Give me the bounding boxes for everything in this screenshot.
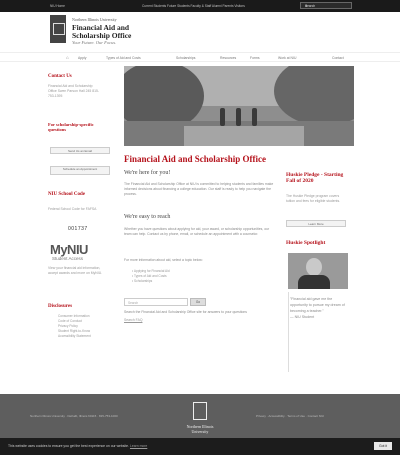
school-code-heading: NIU School Code [48,192,85,197]
nav-item-contact[interactable]: Contact [332,56,344,60]
faq-search-input[interactable]: Search [124,298,188,306]
faq-search-button[interactable]: Go [190,298,206,306]
cookie-accept-button[interactable]: Got it [374,442,392,450]
schedule-appointment-button[interactable]: Schedule an Appointment [50,166,110,175]
huskie-pledge-text: The Huskie Pledge program covers tuition… [286,194,341,203]
footer-links[interactable]: Privacy · Accessibility · Terms of Use ·… [256,414,324,418]
intro-paragraph: The Financial Aid and Scholarship Office… [124,182,274,196]
myniu-subtitle: Student Access [52,256,84,261]
hero-image [124,66,354,146]
university-name: Northern Illinois University [72,17,117,22]
list-item[interactable]: Scholarships [132,279,170,284]
myniu-text: View your financial aid information, acc… [48,266,103,275]
nav-item-scholarships[interactable]: Scholarships [176,56,195,60]
site-footer: Northern Illinois University · DeKalb, I… [0,394,400,438]
spotlight-photo [288,253,348,289]
footer-address: Northern Illinois University · DeKalb, I… [30,414,118,418]
site-search[interactable]: Search ⌕ [300,2,352,9]
cookie-message: This website uses cookies to ensure you … [8,444,130,448]
learn-more-button[interactable]: Learn More [286,220,346,227]
site-header: Northern Illinois University Financial A… [0,12,400,50]
spotlight-name: — NIU Student [290,315,315,319]
scholarship-heading: For scholarship-specific questions [48,122,94,132]
footer-logo[interactable] [193,402,207,420]
home-icon[interactable]: ⌂ [66,55,69,60]
disclosure-link[interactable]: Accessibility Statement [58,334,114,339]
contact-heading: Contact Us [48,74,72,79]
email-us-button[interactable]: Send Us an Email [50,147,110,154]
spotlight-quote-text: "Financial aid gave me the opportunity t… [290,297,345,313]
audience-links[interactable]: Current Students Future Students Faculty… [142,4,245,8]
niu-logo[interactable] [50,15,66,43]
nav-item-apply[interactable]: Apply [78,56,86,60]
huskie-pledge-heading[interactable]: Huskie Pledge - Starting Fall of 2020 [286,172,350,184]
nav-item-work[interactable]: Work at NIU [278,56,296,60]
main-nav: ⌂ Apply Types of Aid and Costs Scholarsh… [0,52,400,62]
cookie-banner: This website uses cookies to ensure you … [0,438,400,455]
unit-name-line2[interactable]: Scholarship Office [72,31,131,40]
myniu-logo[interactable]: MyNIU [50,242,88,257]
school-code-number: 001737 [68,226,88,232]
disclosures-heading: Disclosures [48,304,73,309]
footer-university-name: Northern Illinois University [175,424,225,434]
nav-item-forms[interactable]: Forms [250,56,260,60]
tagline: Your Future. Our Focus. [72,40,117,45]
topic-list: Applying for Financial Aid Types of Aid … [132,269,170,284]
reach-paragraph: Whether you have questions about applyin… [124,227,270,236]
school-code-text: Federal School Code for FAFSA [48,207,97,211]
nav-item-types-of-aid[interactable]: Types of Aid and Costs [106,56,141,60]
contact-text: Financial Aid and Scholarship Office Swe… [48,84,100,98]
spotlight-quote: "Financial aid gave me the opportunity t… [290,296,346,320]
topics-paragraph: For more information about aid, select a… [124,258,203,262]
faq-link[interactable]: Search FAQ [124,318,154,323]
cookie-text: This website uses cookies to ensure you … [8,444,147,448]
spotlight-heading: Huskie Spotlight [286,240,326,246]
niu-home-link[interactable]: NIU Home [50,4,65,8]
page-title: Financial Aid and Scholarship Office [124,154,267,164]
section-heading-reach: We're easy to reach [124,214,171,220]
section-heading-here: We're here for you! [124,170,171,176]
nav-item-resources[interactable]: Resources [220,56,236,60]
search-note: Search the Financial Aid and Scholarship… [124,310,248,314]
footer-name-line2: University [191,428,209,434]
cookie-learn-more-link[interactable]: Learn more [130,444,147,448]
search-icon[interactable]: ⌕ [305,3,348,8]
top-utility-bar: NIU Home Current Students Future Student… [0,0,400,12]
